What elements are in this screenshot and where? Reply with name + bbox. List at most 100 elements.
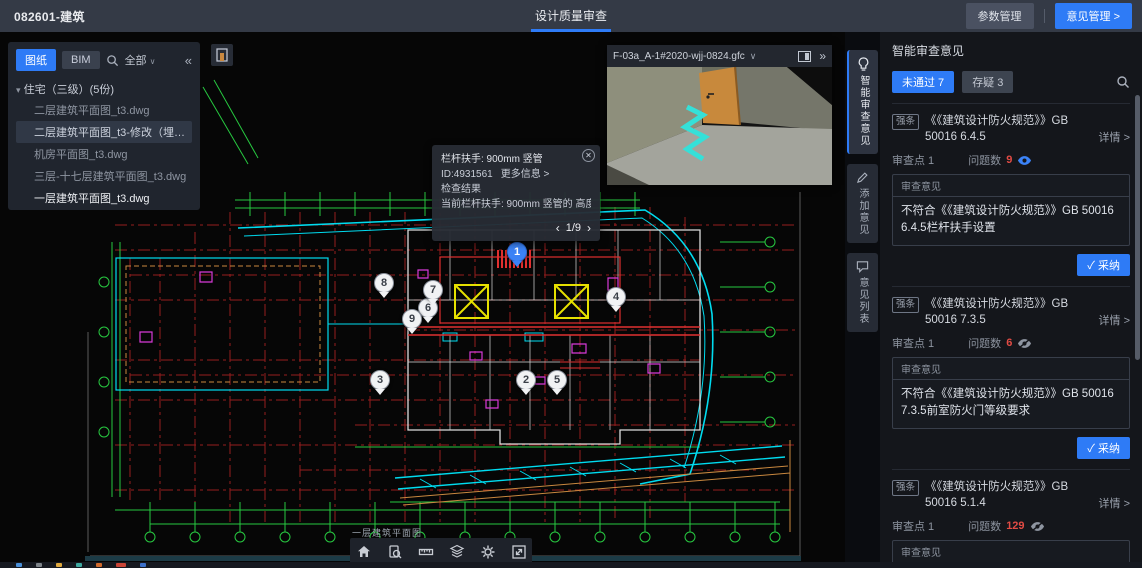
taskbar-app-icon[interactable] — [116, 563, 126, 567]
drawing-sidebar: 图纸 BIM 全部 ∨ « ▾ 住宅（三级）(5份) 二层建筑平面图_t3.dw… — [8, 42, 200, 210]
taskbar-folder-icon[interactable] — [56, 563, 62, 567]
issues-count: 6 — [1006, 337, 1012, 349]
tooltip-result-text: 当前栏杆扶手: 900mm 竖管的 高度 为 — [441, 197, 591, 212]
issue-marker-4[interactable]: 4 — [606, 287, 626, 307]
taskbar-app-icon[interactable] — [76, 563, 82, 567]
opinion-text: 不符合《《建筑设计防火规范》》GB 50016 7.3.5前室防火门等级要求 — [893, 380, 1129, 428]
review-point-label: 审查点 1 — [892, 152, 934, 168]
review-panel: 智能审查意见 未通过 7 存疑 3 强条 《《建筑设计防火规范》》GB 5001… — [880, 32, 1142, 562]
split-view-icon[interactable] — [798, 51, 811, 62]
tab-opinion-list[interactable]: 意见列表 — [847, 253, 878, 332]
mandatory-tag: 强条 — [892, 114, 919, 130]
pager-prev-icon[interactable]: ‹ — [556, 221, 560, 236]
viewer-toolbar — [350, 538, 532, 562]
eye-visible-icon[interactable] — [1017, 155, 1032, 166]
taskbar-search-icon[interactable] — [36, 563, 42, 567]
zoom-document-icon[interactable] — [387, 544, 403, 560]
review-card: 强条 《《建筑设计防火规范》》GB 50016 5.1.4 详情 > 审查点 1… — [892, 469, 1130, 562]
opinion-label: 审查意见 — [893, 541, 1129, 562]
issue-marker-5[interactable]: 5 — [547, 370, 567, 390]
tab-doubt[interactable]: 存疑 3 — [962, 71, 1013, 93]
issue-marker-8[interactable]: 8 — [374, 273, 394, 293]
opinion-box: 审查意见 不符合《《建筑设计防火规范》》GB 50016 7.3.5前室防火门等… — [892, 357, 1130, 429]
model-file-dropdown[interactable]: F-03a_A-1#2020-wjj-0824.gfc — [613, 51, 745, 62]
panel-scrollbar[interactable] — [1135, 95, 1140, 360]
detail-link[interactable]: 详情 > — [1099, 129, 1130, 145]
tooltip-element-name: 栏杆扶手: 900mm 竖管 — [441, 152, 591, 167]
detail-link[interactable]: 详情 > — [1099, 495, 1130, 511]
taskbar-app-icon[interactable] — [96, 563, 102, 567]
review-point-label: 审查点 1 — [892, 518, 934, 534]
pencil-icon — [856, 171, 869, 184]
taskbar-windows-icon[interactable] — [16, 563, 22, 567]
tab-smart-review[interactable]: 智能审查意见 — [847, 50, 878, 154]
panel-title: 智能审查意见 — [892, 42, 1130, 59]
tree-item-dwg-open[interactable]: 一层建筑平面图_t3.dwg — [16, 187, 192, 209]
eye-hidden-icon[interactable] — [1017, 338, 1032, 349]
review-card: 强条 《《建筑设计防火规范》》GB 50016 6.4.5 详情 > 审查点 1… — [892, 103, 1130, 286]
fullscreen-icon[interactable] — [511, 544, 527, 560]
gear-icon[interactable] — [480, 544, 496, 560]
tab-failed[interactable]: 未通过 7 — [892, 71, 954, 93]
card-title: 《《建筑设计防火规范》》GB 50016 6.4.5 — [925, 113, 1093, 145]
opinion-label: 审查意见 — [893, 358, 1129, 380]
bulb-icon — [857, 57, 870, 71]
taskbar-app-icon[interactable] — [140, 563, 146, 567]
tree-root-node[interactable]: ▾ 住宅（三级）(5份) — [16, 79, 192, 99]
search-icon[interactable] — [1116, 75, 1130, 89]
issue-marker-1[interactable]: 1 — [507, 242, 527, 262]
param-manage-button[interactable]: 参数管理 — [966, 3, 1034, 29]
eye-hidden-icon[interactable] — [1030, 521, 1045, 532]
tab-label: 添加意见 — [855, 188, 870, 236]
issues-label: 问题数 — [968, 335, 1001, 351]
ruler-icon[interactable] — [418, 544, 434, 560]
layers-icon[interactable] — [449, 544, 465, 560]
topbar-divider — [1044, 9, 1045, 23]
issues-count: 129 — [1006, 520, 1024, 532]
top-bar: 082601-建筑 设计质量审查 参数管理 意见管理 > — [0, 0, 1142, 32]
review-point-label: 审查点 1 — [892, 335, 934, 351]
comment-icon — [856, 260, 869, 273]
nav-tab-design-review[interactable]: 设计质量审查 — [529, 0, 613, 32]
tab-add-opinion[interactable]: 添加意见 — [847, 164, 878, 243]
mandatory-tag: 强条 — [892, 297, 919, 313]
accept-button[interactable]: ✓ 采纳 — [1077, 254, 1130, 276]
tab-drawings[interactable]: 图纸 — [16, 49, 56, 71]
tree-item-dwg[interactable]: 二层建筑平面图_t3.dwg — [16, 99, 192, 121]
close-icon[interactable]: ✕ — [582, 149, 595, 162]
tooltip-element-id: ID:4931561 — [441, 169, 493, 180]
app-window: 082601-建筑 设计质量审查 参数管理 意见管理 > — [0, 0, 1142, 568]
expand-panel-icon[interactable]: » — [819, 50, 826, 62]
issue-marker-3[interactable]: 3 — [370, 370, 390, 390]
filter-all-dropdown[interactable]: 全部 ∨ — [125, 52, 156, 68]
accept-button[interactable]: ✓ 采纳 — [1077, 437, 1130, 459]
cad-canvas[interactable]: 一层建筑平面图 1 2 3 4 5 6 7 8 9 图纸 BIM 全部 ∨ « … — [0, 32, 845, 562]
home-icon[interactable] — [356, 544, 372, 560]
opinion-manage-button[interactable]: 意见管理 > — [1055, 3, 1132, 29]
os-taskbar — [0, 562, 1142, 568]
tree-item-dwg-selected[interactable]: 二层建筑平面图_t3-修改（埋错门，窗... — [16, 121, 192, 143]
pager-next-icon[interactable]: › — [587, 221, 591, 236]
tab-label: 意见列表 — [855, 277, 870, 325]
more-info-link[interactable]: 更多信息 > — [501, 169, 550, 180]
tooltip-result-label: 检查结果 — [441, 182, 591, 197]
opinion-label: 审查意见 — [893, 175, 1129, 197]
chevron-down-icon[interactable]: ∨ — [750, 51, 757, 62]
tab-label: 智能审查意见 — [856, 75, 871, 147]
tree-item-dwg[interactable]: 三层-十七层建筑平面图_t3.dwg — [16, 165, 192, 187]
card-title: 《《建筑设计防火规范》》GB 50016 7.3.5 — [925, 296, 1093, 328]
detail-link[interactable]: 详情 > — [1099, 312, 1130, 328]
tab-bim[interactable]: BIM — [62, 51, 100, 69]
element-tooltip: ✕ 栏杆扶手: 900mm 竖管 ID:4931561 更多信息 > 检查结果 当… — [432, 145, 600, 241]
issue-marker-9[interactable]: 9 — [402, 309, 422, 329]
issue-marker-2[interactable]: 2 — [516, 370, 536, 390]
collapse-sidebar-icon[interactable]: « — [185, 53, 192, 68]
issue-marker-7[interactable]: 7 — [423, 280, 443, 300]
tree-item-dwg[interactable]: 机房平面图_t3.dwg — [16, 143, 192, 165]
opinion-box: 审查意见 不符合《《建筑设计防火规范》》GB 50016 6.4.5栏杆扶手设置 — [892, 174, 1130, 246]
legend-thumbnail-button[interactable] — [211, 44, 233, 66]
model-3d-scene — [607, 67, 832, 185]
model-viewer[interactable]: F-03a_A-1#2020-wjj-0824.gfc ∨ » — [607, 45, 832, 185]
issues-count: 9 — [1006, 154, 1012, 166]
search-icon[interactable] — [106, 54, 119, 67]
